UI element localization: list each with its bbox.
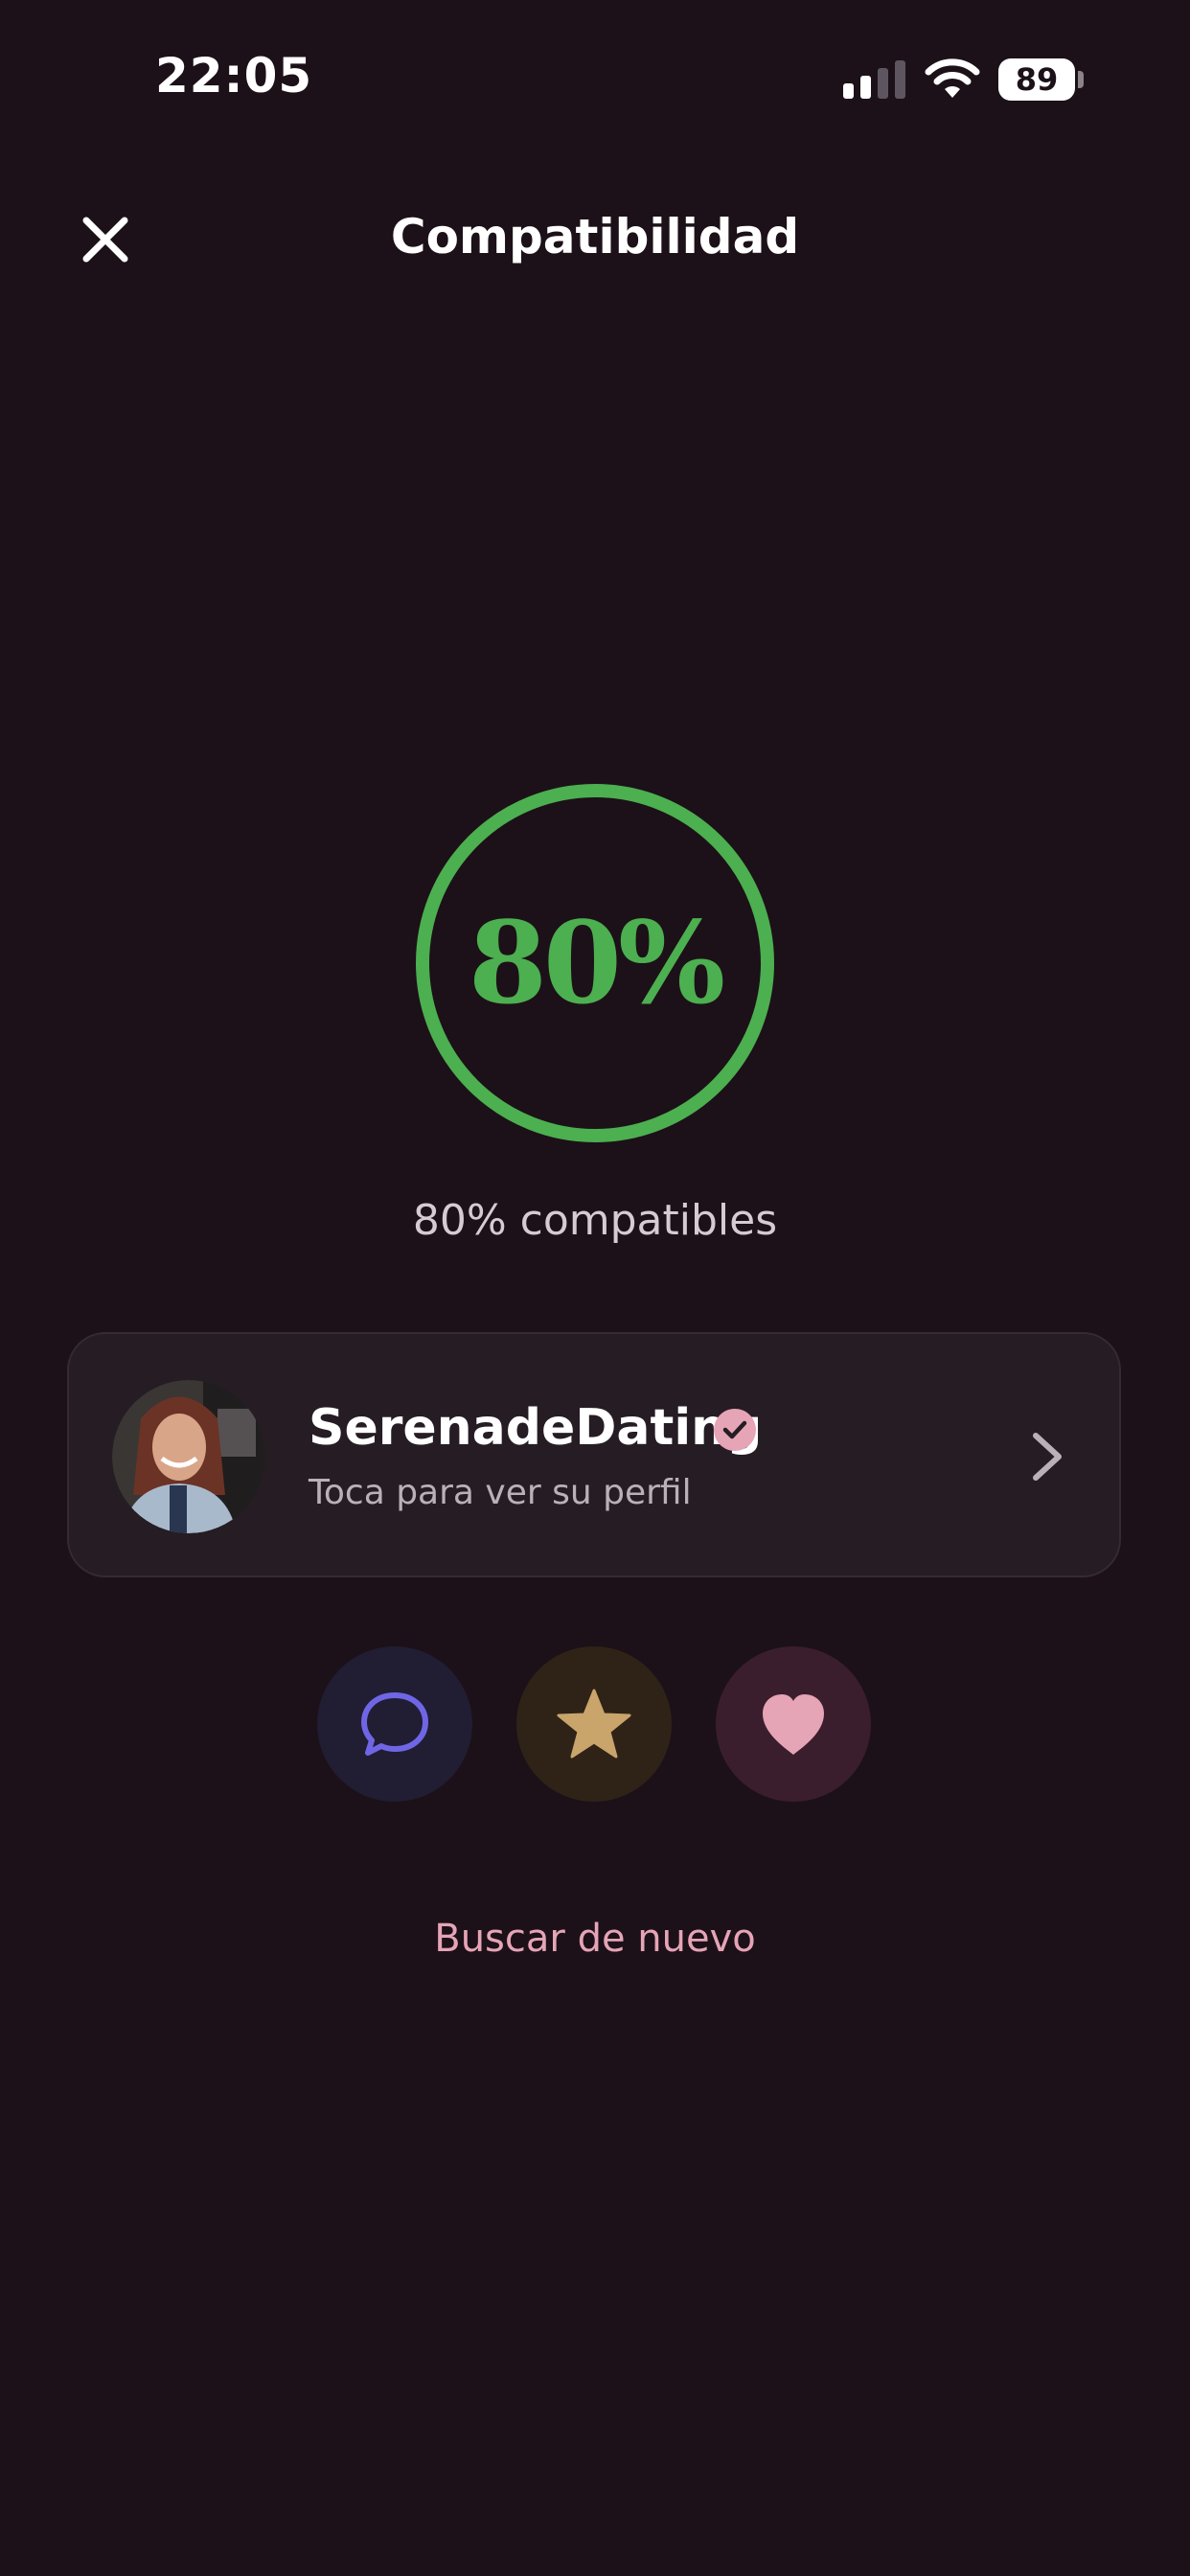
chevron-right-icon (1033, 1433, 1062, 1481)
cellular-signal-icon (843, 60, 905, 99)
chat-bubble-icon (361, 1692, 428, 1756)
compatibility-score: 80% (468, 896, 725, 1029)
chat-button[interactable] (317, 1646, 472, 1802)
compatibility-caption: 80% compatibles (412, 1196, 778, 1245)
verified-check-icon (714, 1409, 756, 1451)
like-button[interactable] (716, 1646, 871, 1802)
avatar (112, 1380, 265, 1533)
status-time: 22:05 (155, 48, 313, 104)
navigation-bar: Compatibilidad (0, 182, 1190, 288)
status-bar: 22:05 89 (0, 0, 1190, 163)
search-again-link[interactable]: Buscar de nuevo (0, 1917, 1190, 1961)
battery-icon: 89 (998, 58, 1085, 101)
heart-icon (763, 1694, 824, 1755)
star-icon (557, 1689, 631, 1759)
super-like-button[interactable] (516, 1646, 672, 1802)
profile-name: SerenadeDating (309, 1399, 763, 1457)
battery-level: 89 (998, 58, 1075, 101)
battery-tip (1078, 71, 1084, 88)
wifi-icon (925, 58, 980, 98)
profile-card[interactable]: SerenadeDating Toca para ver su perfil (67, 1332, 1121, 1577)
page-title: Compatibilidad (390, 209, 800, 264)
profile-subtitle: Toca para ver su perfil (309, 1473, 692, 1512)
